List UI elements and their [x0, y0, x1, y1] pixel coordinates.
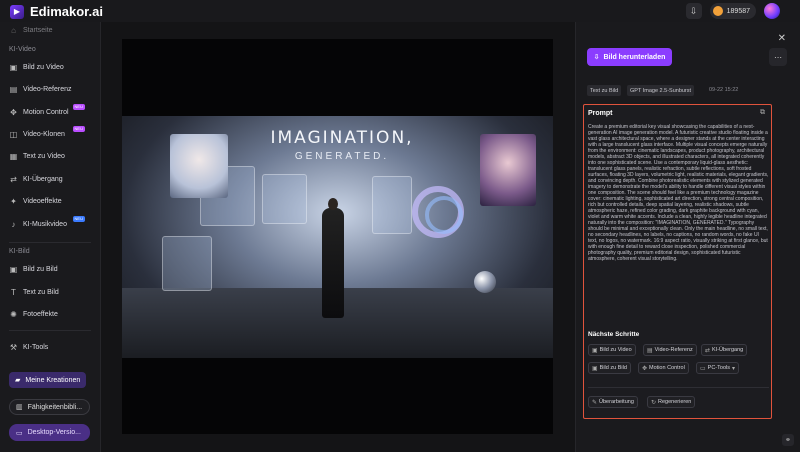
new-badge: NEU: [72, 126, 85, 132]
sidebar-item-video-klonen[interactable]: ◫ Video-Klonen NEU: [9, 126, 95, 142]
motion-icon: ✥: [10, 107, 17, 117]
next-steps-title: Nächste Schritte: [588, 331, 640, 338]
details-panel: ✕ ⇩ Bild herunterladen ⋯ Text zu Bild GP…: [575, 22, 800, 452]
motion-icon: ✥: [642, 365, 648, 372]
new-badge: NEU: [72, 104, 85, 110]
download-icon: ⇩: [593, 54, 600, 61]
video-ref-icon: ▤: [647, 347, 653, 354]
sidebar-item-home[interactable]: ⌂ Startseite: [9, 22, 95, 38]
sidebar-item-motion-control[interactable]: ✥ Motion Control NEU: [9, 104, 95, 120]
next-step-pc-tools[interactable]: ▭ PC-Tools ▾: [696, 362, 739, 374]
sidebar-item-ki-uebergang[interactable]: ⇄ KI-Übergang: [9, 171, 95, 187]
sidebar-divider: [9, 242, 91, 243]
edit-icon: ✎: [592, 399, 598, 406]
sidebar: ⌂ Startseite KI-Video ▣ Bild zu Video ▤ …: [0, 22, 101, 452]
next-step-video-referenz[interactable]: ▤ Video-Referenz: [643, 344, 697, 356]
copy-icon[interactable]: ⧉: [760, 109, 765, 117]
image-viewer: IMAGINATION, GENERATED.: [101, 22, 575, 452]
sidebar-item-video-referenz[interactable]: ▤ Video-Referenz: [9, 81, 95, 97]
next-step-bild-zu-video[interactable]: ▣ Bild zu Video: [588, 344, 636, 356]
caret-down-icon: ▾: [731, 365, 735, 372]
sidebar-item-text-zu-bild[interactable]: T Text zu Bild: [9, 284, 95, 300]
image-video-icon: ▣: [9, 62, 18, 72]
download-image-button[interactable]: ⇩ Bild herunterladen: [587, 48, 672, 66]
tools-icon: ⚒: [9, 342, 18, 352]
user-avatar[interactable]: [764, 3, 780, 19]
glass-panel: [372, 176, 412, 234]
text-image-icon: T: [11, 287, 16, 297]
image-subline: GENERATED.: [294, 151, 390, 162]
link-icon[interactable]: ⚭: [782, 434, 794, 446]
creation-date: 09-22 15:22: [709, 87, 739, 93]
glass-panel: [262, 174, 307, 224]
music-icon: ♪: [11, 219, 16, 229]
sidebar-item-bild-zu-video[interactable]: ▣ Bild zu Video: [9, 59, 95, 75]
glass-ring-inner: [425, 196, 463, 234]
pc-tools-icon: ▭: [700, 365, 706, 372]
image-frame: IMAGINATION, GENERATED.: [122, 39, 553, 434]
prompt-text: Create a premium editorial key visual sh…: [588, 124, 769, 262]
monitor-icon: ▭: [16, 429, 23, 437]
generated-image[interactable]: IMAGINATION, GENERATED.: [122, 116, 553, 358]
coin-icon: [712, 6, 723, 16]
text-video-icon: ▦: [9, 151, 18, 161]
library-icon: ▥: [16, 404, 23, 411]
portrait-right: [480, 134, 536, 206]
new-badge: NEU: [72, 216, 85, 222]
logo-icon: ▶: [10, 4, 24, 19]
next-step-ki-uebergang[interactable]: ⇄ KI-Übergang: [701, 344, 748, 356]
download-app-icon[interactable]: ⇩: [685, 3, 702, 19]
more-options-button[interactable]: ⋯: [769, 48, 787, 66]
top-right-controls: ⇩ 189587: [685, 3, 780, 19]
app-logo[interactable]: ▶ Edimakor.ai: [10, 4, 103, 19]
sidebar-item-videoeffekte[interactable]: ✦ Videoeffekte: [9, 193, 95, 209]
image-video-icon: ▣: [592, 347, 598, 354]
sidebar-item-bild-zu-bild[interactable]: ▣ Bild zu Bild: [9, 261, 95, 277]
sidebar-item-ki-musikvideo[interactable]: ♪ KI-Musikvideo NEU: [9, 216, 95, 232]
video-ref-icon: ▤: [9, 84, 18, 94]
photo-effects-icon: ✺: [10, 309, 17, 319]
sidebar-item-fotoeffekte[interactable]: ✺ Fotoeffekte: [9, 306, 95, 322]
sidebar-item-text-zu-video[interactable]: ▦ Text zu Video: [9, 148, 95, 164]
sidebar-divider: [9, 330, 91, 331]
sidebar-item-ki-tools[interactable]: ⚒ KI-Tools: [9, 339, 95, 355]
section-ki-video: KI-Video: [9, 46, 36, 53]
prompt-box: Prompt ⧉ Create a premium editorial key …: [583, 104, 772, 419]
app-root: ▶ Edimakor.ai ⇩ 189587 ⌂ Startseite KI-V…: [0, 0, 800, 452]
prompt-title: Prompt: [588, 110, 613, 117]
section-ki-bild: KI-Bild: [9, 248, 30, 255]
my-creations-button[interactable]: ▰ Meine Kreationen: [9, 372, 86, 388]
designer-figure: [322, 198, 344, 318]
regenerate-button[interactable]: ↻ Regenerieren: [647, 396, 696, 408]
desktop-version-button[interactable]: ▭ Desktop-Versio...: [9, 424, 90, 441]
glass-panel: [162, 236, 212, 291]
chrome-sphere: [474, 271, 496, 293]
transition-icon: ⇄: [705, 347, 711, 354]
app-name: Edimakor.ai: [30, 4, 103, 19]
revise-button[interactable]: ✎ Überarbeitung: [588, 396, 638, 408]
folder-icon: ▰: [15, 377, 21, 384]
image-image-icon: ▣: [592, 365, 598, 372]
prompt-divider: [588, 387, 769, 388]
credits-badge[interactable]: 189587: [709, 3, 756, 19]
skill-library-button[interactable]: ▥ Fähigkeitenbibli...: [9, 399, 90, 415]
portrait-left: [170, 134, 228, 198]
transition-icon: ⇄: [10, 174, 17, 184]
credits-value: 189587: [726, 7, 750, 15]
tag-model: GPT Image 2.5-Sunburst: [627, 85, 695, 96]
refresh-icon: ↻: [651, 399, 657, 406]
effects-icon: ✦: [10, 196, 17, 206]
next-step-motion-control[interactable]: ✥ Motion Control: [638, 362, 689, 374]
tag-mode: Text zu Bild: [587, 85, 622, 96]
image-image-icon: ▣: [9, 264, 18, 274]
image-headline: IMAGINATION,: [270, 128, 414, 148]
next-step-bild-zu-bild[interactable]: ▣ Bild zu Bild: [588, 362, 631, 374]
close-icon[interactable]: ✕: [778, 33, 786, 44]
top-bar: ▶ Edimakor.ai ⇩ 189587: [0, 0, 800, 22]
home-icon: ⌂: [11, 25, 16, 35]
clone-icon: ◫: [9, 129, 18, 139]
